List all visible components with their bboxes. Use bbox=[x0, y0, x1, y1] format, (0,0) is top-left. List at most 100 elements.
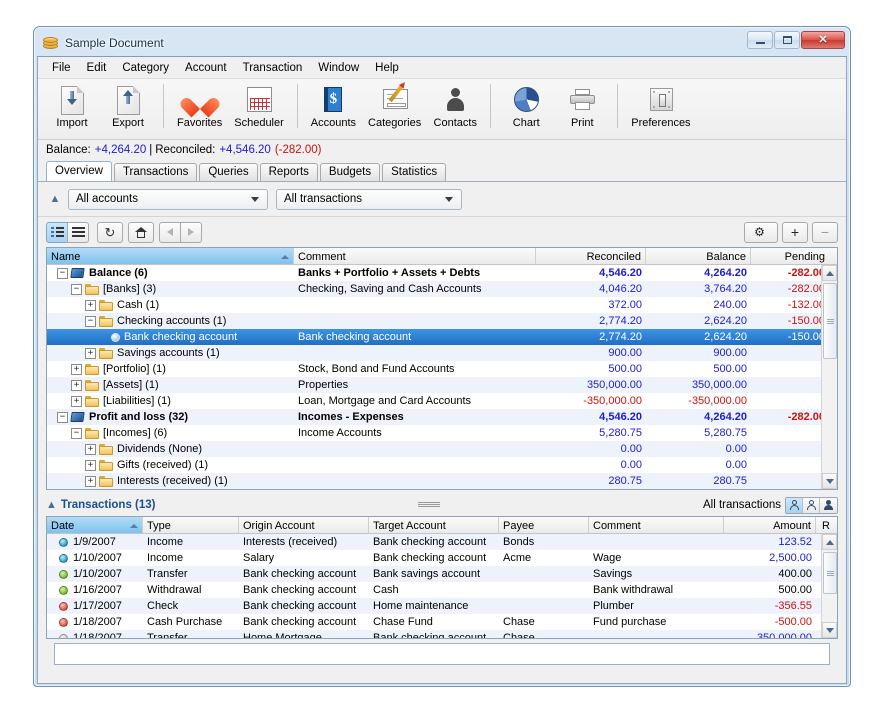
transactions-vertical-scrollbar[interactable] bbox=[821, 534, 837, 638]
expand-icon[interactable]: + bbox=[85, 476, 96, 487]
transaction-row[interactable]: 1/16/2007WithdrawalBank checking account… bbox=[47, 582, 837, 598]
reconciled-transactions-button[interactable] bbox=[820, 498, 837, 513]
all-transactions-button[interactable] bbox=[786, 498, 803, 513]
collapse-icon[interactable]: − bbox=[57, 412, 68, 423]
tree-column-balance[interactable]: Balance bbox=[646, 248, 751, 264]
toolbar-scheduler-button[interactable]: Scheduler bbox=[228, 82, 290, 129]
tx-column-amount[interactable]: Amount bbox=[724, 517, 816, 533]
tree-row[interactable]: +Dividends (None)0.000.00- bbox=[47, 441, 837, 457]
tree-column-reconciled[interactable]: Reconciled bbox=[536, 248, 646, 264]
tx-column-payee[interactable]: Payee bbox=[499, 517, 589, 533]
home-button[interactable] bbox=[128, 222, 154, 243]
toolbar-contacts-button[interactable]: Contacts bbox=[427, 82, 483, 129]
transaction-row[interactable]: 1/10/2007TransferBank checking accountBa… bbox=[47, 566, 837, 582]
transaction-row[interactable]: 1/9/2007IncomeInterests (received)Bank c… bbox=[47, 534, 837, 550]
tab-queries[interactable]: Queries bbox=[199, 163, 257, 181]
transaction-row[interactable]: 1/10/2007IncomeSalaryBank checking accou… bbox=[47, 550, 837, 566]
tree-row[interactable]: −[Incomes] (6)Income Accounts5,280.755,2… bbox=[47, 425, 837, 441]
add-button[interactable]: + bbox=[782, 222, 808, 243]
scrollbar-thumb[interactable] bbox=[823, 552, 837, 594]
tree-column-comment[interactable]: Comment bbox=[294, 248, 536, 264]
tab-statistics[interactable]: Statistics bbox=[382, 163, 446, 181]
toolbar-favorites-button[interactable]: Favorites bbox=[171, 82, 228, 129]
maximize-button[interactable] bbox=[774, 31, 800, 49]
expand-icon[interactable]: + bbox=[71, 396, 82, 407]
remove-button[interactable]: − bbox=[812, 222, 838, 243]
toolbar-import-button[interactable]: Import bbox=[44, 82, 100, 129]
back-button[interactable] bbox=[159, 222, 181, 243]
tree-row[interactable]: −Balance (6)Banks + Portfolio + Assets +… bbox=[47, 265, 837, 281]
transaction-row[interactable]: 1/17/2007CheckBank checking accountHome … bbox=[47, 598, 837, 614]
toolbar-categories-button[interactable]: Categories bbox=[362, 82, 427, 129]
tree-column-name[interactable]: Name bbox=[47, 248, 294, 264]
tree-row[interactable]: −Checking accounts (1)2,774.202,624.20-1… bbox=[47, 313, 837, 329]
splitter-grip-icon[interactable] bbox=[418, 502, 440, 508]
expand-icon[interactable]: + bbox=[71, 364, 82, 375]
tree-row[interactable]: +[Portfolio] (1)Stock, Bond and Fund Acc… bbox=[47, 361, 837, 377]
menu-window[interactable]: Window bbox=[310, 59, 367, 77]
tx-column-type[interactable]: Type bbox=[143, 517, 239, 533]
collapse-icon[interactable]: − bbox=[57, 268, 68, 279]
toolbar-chart-button[interactable]: Chart bbox=[498, 82, 554, 129]
expand-icon[interactable]: + bbox=[85, 444, 96, 455]
tab-reports[interactable]: Reports bbox=[260, 163, 318, 181]
tree-row[interactable]: −Profit and loss (32)Incomes - Expenses4… bbox=[47, 409, 837, 425]
toolbar-print-button[interactable]: Print bbox=[554, 82, 610, 129]
settings-menu-button[interactable]: ⚙ bbox=[744, 222, 778, 243]
list-detail-view-button[interactable] bbox=[46, 222, 68, 243]
toolbar-accounts-button[interactable]: $ Accounts bbox=[305, 82, 362, 129]
menu-category[interactable]: Category bbox=[114, 59, 177, 77]
menu-transaction[interactable]: Transaction bbox=[235, 59, 311, 77]
tab-transactions[interactable]: Transactions bbox=[114, 163, 197, 181]
tx-column-reconciled[interactable]: R bbox=[816, 517, 836, 533]
collapse-icon[interactable]: − bbox=[71, 284, 82, 295]
tx-column-comment[interactable]: Comment bbox=[589, 517, 724, 533]
collapse-icon[interactable]: − bbox=[71, 428, 82, 439]
menu-file[interactable]: File bbox=[44, 59, 79, 77]
expand-icon[interactable]: + bbox=[71, 380, 82, 391]
tree-row[interactable]: −[Banks] (3)Checking, Saving and Cash Ac… bbox=[47, 281, 837, 297]
forward-button[interactable] bbox=[180, 222, 202, 243]
expand-icon[interactable]: + bbox=[85, 348, 96, 359]
tree-row[interactable]: +Cash (1)372.00240.00-132.00 bbox=[47, 297, 837, 313]
transactions-filter-dropdown[interactable]: All transactions bbox=[276, 189, 462, 210]
scroll-up-button[interactable] bbox=[822, 265, 837, 281]
tree-row[interactable]: +[Assets] (1)Properties350,000.00350,000… bbox=[47, 377, 837, 393]
tree-row[interactable]: +Gifts (received) (1)0.000.00- bbox=[47, 457, 837, 473]
expand-icon[interactable]: + bbox=[85, 460, 96, 471]
scroll-down-button[interactable] bbox=[822, 473, 837, 489]
refresh-button[interactable]: ↻ bbox=[97, 222, 123, 243]
menu-help[interactable]: Help bbox=[367, 59, 407, 77]
pending-transactions-button[interactable] bbox=[803, 498, 820, 513]
expand-icon[interactable]: + bbox=[85, 300, 96, 311]
toolbar-preferences-button[interactable]: Preferences bbox=[625, 82, 696, 129]
tab-overview[interactable]: Overview bbox=[46, 161, 112, 181]
scroll-up-button[interactable] bbox=[822, 534, 837, 550]
tree-vertical-scrollbar[interactable] bbox=[821, 265, 837, 489]
transaction-row[interactable]: 1/18/2007Cash PurchaseBank checking acco… bbox=[47, 614, 837, 630]
menu-account[interactable]: Account bbox=[177, 59, 235, 77]
tx-column-date[interactable]: Date bbox=[47, 517, 143, 533]
tree-row[interactable]: Bank checking accountBank checking accou… bbox=[47, 329, 837, 345]
tab-budgets[interactable]: Budgets bbox=[320, 163, 380, 181]
tree-cell-pending: -282.00 bbox=[751, 267, 829, 279]
tx-column-target[interactable]: Target Account bbox=[369, 517, 499, 533]
scrollbar-thumb[interactable] bbox=[823, 283, 837, 359]
collapse-transactions-icon[interactable]: ▲ bbox=[46, 499, 57, 511]
tree-row[interactable]: +Savings accounts (1)900.00900.00- bbox=[47, 345, 837, 361]
tx-column-origin[interactable]: Origin Account bbox=[239, 517, 369, 533]
menu-edit[interactable]: Edit bbox=[79, 59, 115, 77]
close-button[interactable]: ✕ bbox=[801, 31, 845, 49]
view-toolbar: ↻ ⚙ + bbox=[38, 217, 846, 247]
tree-row[interactable]: +[Liabilities] (1)Loan, Mortgage and Car… bbox=[47, 393, 837, 409]
list-view-button[interactable] bbox=[67, 222, 89, 243]
collapse-filters-icon[interactable]: ▲ bbox=[46, 190, 64, 208]
toolbar-export-button[interactable]: Export bbox=[100, 82, 156, 129]
scroll-down-button[interactable] bbox=[822, 622, 837, 638]
tree-column-pending[interactable]: Pending bbox=[751, 248, 829, 264]
collapse-icon[interactable]: − bbox=[85, 316, 96, 327]
tree-row[interactable]: +Interests (received) (1)280.75280.75- bbox=[47, 473, 837, 489]
transaction-row[interactable]: 1/18/2007TransferHome MortgageBank check… bbox=[47, 630, 837, 638]
accounts-filter-dropdown[interactable]: All accounts bbox=[68, 189, 268, 210]
minimize-button[interactable] bbox=[747, 31, 773, 49]
